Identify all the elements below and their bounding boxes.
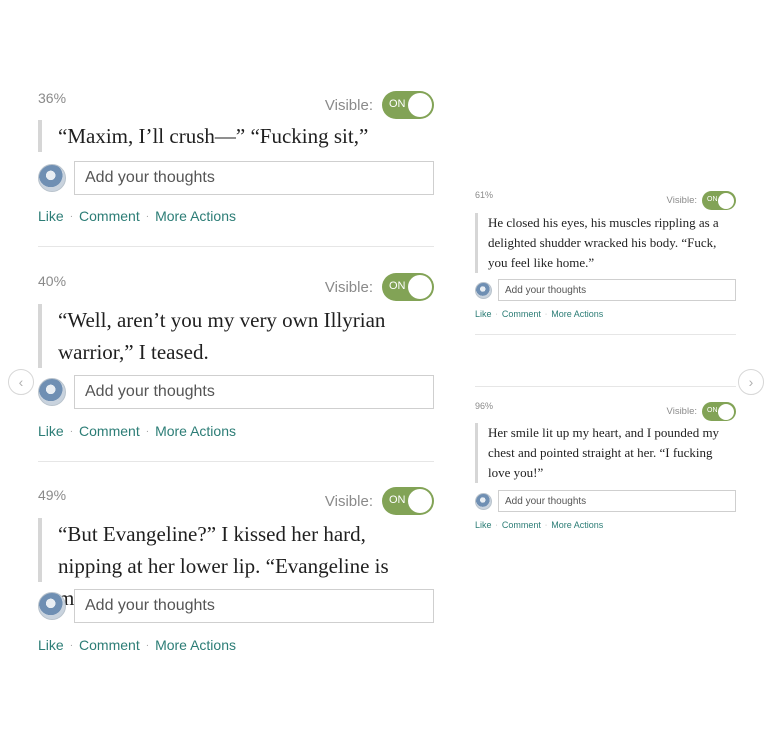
thought-row: Add your thoughts: [38, 375, 434, 409]
thoughts-input[interactable]: Add your thoughts: [74, 375, 434, 409]
highlight-card: 40% Visible: ON “Well, aren’t you my ver…: [38, 273, 434, 445]
action-links: Like · Comment · More Actions: [38, 637, 236, 653]
separator-dot: ·: [69, 639, 74, 651]
like-link[interactable]: Like: [475, 309, 492, 319]
avatar-icon: [38, 164, 66, 192]
thought-row: Add your thoughts: [475, 490, 736, 512]
thoughts-input[interactable]: Add your thoughts: [498, 490, 736, 512]
visibility-toggle[interactable]: ON: [382, 91, 434, 119]
action-links: Like · Comment · More Actions: [475, 309, 603, 319]
highlight-quote: He closed his eyes, his muscles rippling…: [475, 213, 736, 273]
separator-dot: ·: [544, 521, 548, 529]
separator-dot: ·: [69, 425, 74, 437]
more-actions-link[interactable]: More Actions: [155, 423, 236, 439]
toggle-on-label: ON: [389, 280, 406, 292]
toggle-on-label: ON: [389, 98, 406, 110]
visibility-control: Visible: ON: [667, 191, 736, 210]
comment-link[interactable]: Comment: [502, 520, 541, 530]
avatar-icon: [475, 492, 492, 510]
more-actions-link[interactable]: More Actions: [551, 309, 603, 319]
highlight-percent: 61%: [475, 190, 494, 200]
separator-dot: ·: [69, 210, 74, 222]
visibility-toggle[interactable]: ON: [382, 273, 434, 301]
like-link[interactable]: Like: [38, 208, 64, 224]
thoughts-input[interactable]: Add your thoughts: [74, 589, 434, 623]
chevron-right-icon[interactable]: ›: [738, 369, 764, 395]
thought-row: Add your thoughts: [38, 161, 434, 195]
toggle-knob: [408, 489, 432, 513]
visibility-control: Visible: ON: [325, 487, 434, 515]
chevron-left-icon[interactable]: ‹: [8, 369, 34, 395]
highlight-quote: “Well, aren’t you my very own Illyrian w…: [38, 304, 434, 368]
highlight-card: 96% Visible: ON Her smile lit up my hear…: [475, 401, 736, 536]
toggle-on-label: ON: [707, 196, 718, 203]
separator-dot: ·: [495, 310, 498, 318]
visibility-toggle[interactable]: ON: [382, 487, 434, 515]
separator-dot: ·: [495, 521, 498, 529]
toggle-knob: [408, 275, 432, 299]
separator-dot: ·: [145, 639, 150, 651]
thoughts-input[interactable]: Add your thoughts: [498, 279, 736, 301]
toggle-knob: [718, 403, 734, 420]
highlight-quote: “Maxim, I’ll crush—” “Fucking sit,”: [38, 120, 434, 152]
visibility-control: Visible: ON: [667, 402, 736, 421]
divider: [38, 461, 434, 462]
action-links: Like · Comment · More Actions: [475, 520, 603, 530]
avatar-icon: [38, 378, 66, 406]
highlight-card: 61% Visible: ON He closed his eyes, his …: [475, 190, 736, 325]
divider: [475, 334, 736, 335]
more-actions-link[interactable]: More Actions: [155, 208, 236, 224]
avatar-icon: [38, 592, 66, 620]
separator-dot: ·: [145, 210, 150, 222]
highlight-percent: 96%: [475, 401, 494, 411]
separator-dot: ·: [544, 310, 548, 318]
divider: [38, 246, 434, 247]
like-link[interactable]: Like: [475, 520, 492, 530]
comment-link[interactable]: Comment: [79, 423, 140, 439]
toggle-on-label: ON: [389, 494, 406, 506]
comment-link[interactable]: Comment: [79, 637, 140, 653]
visibility-control: Visible: ON: [325, 273, 434, 301]
toggle-knob: [408, 93, 432, 117]
toggle-knob: [718, 192, 734, 209]
highlight-quote: “But Evangeline?” I kissed her hard, nip…: [38, 518, 434, 610]
visibility-toggle[interactable]: ON: [702, 402, 736, 421]
visible-label: Visible:: [666, 406, 697, 417]
toggle-on-label: ON: [707, 407, 718, 414]
comment-link[interactable]: Comment: [79, 208, 140, 224]
visible-label: Visible:: [324, 96, 373, 114]
visibility-control: Visible: ON: [325, 91, 434, 119]
visible-label: Visible:: [324, 492, 373, 510]
divider: [475, 386, 736, 387]
more-actions-link[interactable]: More Actions: [551, 520, 603, 530]
thoughts-input[interactable]: Add your thoughts: [74, 161, 434, 195]
like-link[interactable]: Like: [38, 423, 64, 439]
highlight-card: 49% Visible: ON “But Evangeline?” I kiss…: [38, 487, 434, 659]
visibility-toggle[interactable]: ON: [702, 191, 736, 210]
thought-row: Add your thoughts: [475, 279, 736, 301]
thought-row: Add your thoughts: [38, 589, 434, 623]
highlight-quote: Her smile lit up my heart, and I pounded…: [475, 423, 736, 483]
more-actions-link[interactable]: More Actions: [155, 637, 236, 653]
comment-link[interactable]: Comment: [502, 309, 541, 319]
visible-label: Visible:: [324, 278, 373, 296]
separator-dot: ·: [145, 425, 150, 437]
highlight-card: 36% Visible: ON “Maxim, I’ll crush—” “Fu…: [38, 90, 434, 230]
action-links: Like · Comment · More Actions: [38, 208, 236, 224]
highlight-percent: 49%: [38, 487, 67, 503]
highlight-percent: 36%: [38, 90, 67, 106]
action-links: Like · Comment · More Actions: [38, 423, 236, 439]
visible-label: Visible:: [666, 195, 697, 206]
highlight-percent: 40%: [38, 273, 67, 289]
like-link[interactable]: Like: [38, 637, 64, 653]
avatar-icon: [475, 281, 492, 299]
